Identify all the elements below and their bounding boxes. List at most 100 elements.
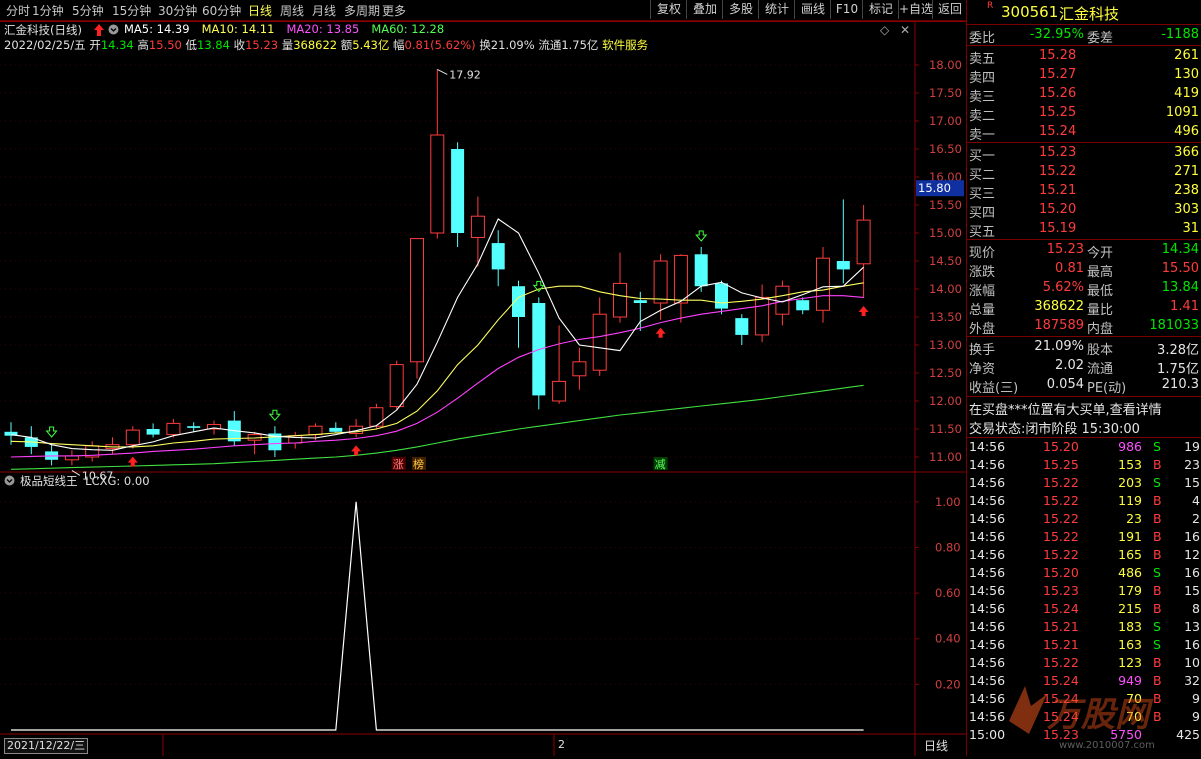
candle-body-up[interactable]: [64, 455, 79, 461]
candle-body-up[interactable]: [613, 282, 627, 318]
reduce-marker[interactable]: 减: [655, 458, 666, 471]
quote-row-3: 总量 368622 量比 1.41: [967, 299, 1201, 318]
candle-body-down[interactable]: [796, 300, 810, 311]
candle-body-down[interactable]: [491, 243, 505, 270]
candle-body-down[interactable]: [187, 426, 201, 428]
tab-timeframe-5[interactable]: 60分钟: [202, 2, 241, 19]
candle-body-down[interactable]: [146, 429, 160, 435]
tick-volume: 165: [1118, 547, 1142, 562]
bid-row-2[interactable]: 买二 15.22 271: [967, 164, 1201, 183]
ask-price: 15.28: [1039, 48, 1077, 63]
candle-body-up[interactable]: [816, 257, 830, 311]
ask-label: 卖二: [969, 109, 996, 124]
tick-side: S: [1153, 439, 1161, 454]
candle-body-up[interactable]: [166, 422, 181, 436]
candle-body-up[interactable]: [572, 361, 587, 377]
tick-count: 16: [1184, 637, 1200, 652]
tick-count: 2: [1192, 511, 1200, 526]
tick-volume: 23: [1126, 511, 1142, 526]
candle-body-up[interactable]: [430, 134, 445, 234]
candle-body-up[interactable]: [856, 219, 871, 265]
collapse-icon[interactable]: ◇: [880, 23, 889, 37]
y-tick-label: 18.00: [929, 58, 962, 72]
tab-timeframe-4[interactable]: 30分钟: [158, 2, 197, 19]
toolbar-button-5[interactable]: F10: [830, 0, 863, 19]
candle-body-down[interactable]: [512, 286, 525, 317]
quote-label: 总量: [969, 303, 996, 318]
kline-chart-area[interactable]: 18.00 17.50 17.00 16.50 16.00 15.50 15.00 14.50…: [0, 21, 966, 756]
period-label[interactable]: 日线: [924, 737, 948, 754]
candle-body-up[interactable]: [410, 238, 424, 363]
fund-value: 21.09%: [1034, 339, 1084, 354]
tick-price: 15.22: [1043, 493, 1079, 508]
candle-body-up[interactable]: [369, 407, 384, 427]
candle-body-down[interactable]: [715, 283, 728, 309]
bid-row-5[interactable]: 买五 15.19 31: [967, 221, 1201, 240]
big-order-notice[interactable]: 在买盘***位置有大买单,查看详情: [969, 399, 1162, 418]
toolbar-button-7[interactable]: +自选: [898, 0, 933, 19]
ask-volume: 130: [1174, 67, 1199, 82]
bid-row-1[interactable]: 买一 15.23 366: [967, 145, 1201, 164]
limit-up-marker[interactable]: 涨: [393, 458, 404, 471]
bid-price: 15.22: [1039, 164, 1077, 179]
tick-volume: 163: [1118, 637, 1142, 652]
candle-body-up[interactable]: [673, 254, 688, 304]
tick-time: 14:56: [969, 511, 1006, 526]
candle-body-down[interactable]: [735, 318, 749, 335]
close-icon[interactable]: ✕: [900, 23, 910, 37]
fund-label: PE(动): [1087, 381, 1127, 396]
toolbar-button-4[interactable]: 画线: [794, 0, 831, 19]
ma-legend-2: MA20: 13.85: [286, 22, 360, 36]
ask-row-2[interactable]: 卖二 15.25 1091: [967, 105, 1201, 124]
tab-timeframe-3[interactable]: 15分钟: [112, 2, 151, 19]
candle-body-up[interactable]: [592, 313, 607, 371]
tab-timeframe-7[interactable]: 周线: [280, 2, 304, 19]
tab-timeframe-8[interactable]: 月线: [312, 2, 336, 19]
info-low: 13.84: [197, 38, 230, 52]
chart-title: 汇金科技(日线): [4, 23, 82, 37]
toolbar-button-6[interactable]: 标记: [862, 0, 899, 19]
toolbar-button-0[interactable]: 复权: [650, 0, 687, 19]
toolbar-button-8[interactable]: 返回: [932, 0, 967, 19]
quote-value: 15.23: [1046, 242, 1084, 257]
ask-price: 15.24: [1039, 124, 1077, 139]
top-list-marker[interactable]: 榜: [413, 457, 424, 471]
candle-body-up[interactable]: [552, 380, 567, 402]
tab-timeframe-6[interactable]: 日线: [248, 2, 272, 19]
candle-body-up[interactable]: [308, 425, 323, 436]
indicator-settings-icon[interactable]: [4, 475, 15, 489]
bid-row-4[interactable]: 买四 15.20 303: [967, 202, 1201, 221]
ask-row-4[interactable]: 卖四 15.27 130: [967, 67, 1201, 86]
notice-row[interactable]: 在买盘***位置有大买单,查看详情: [967, 399, 1201, 418]
bid-volume: 238: [1174, 183, 1199, 198]
candle-body-up[interactable]: [653, 260, 668, 304]
toolbar-button-1[interactable]: 叠加: [686, 0, 723, 19]
ask-row-3[interactable]: 卖三 15.26 419: [967, 86, 1201, 105]
toolbar-button-2[interactable]: 多股: [722, 0, 759, 19]
y-tick-label: 14.00: [929, 282, 962, 296]
toolbar-button-3[interactable]: 统计: [758, 0, 795, 19]
candle-body-down[interactable]: [451, 149, 465, 233]
tab-timeframe-0[interactable]: 分时: [6, 2, 30, 19]
kline-chart-svg[interactable]: 18.0017.5017.0016.5016.0015.5015.0014.50…: [0, 21, 966, 756]
candle-body-down[interactable]: [836, 261, 850, 270]
candle-body-up[interactable]: [125, 429, 140, 446]
tab-timeframe-2[interactable]: 5分钟: [72, 2, 104, 19]
tab-timeframe-9[interactable]: 多周期: [344, 2, 380, 19]
candle-body-down[interactable]: [694, 254, 708, 287]
quote-label: 外盘: [969, 322, 996, 337]
candle-body-down[interactable]: [329, 427, 343, 432]
ask-row-5[interactable]: 卖五 15.28 261: [967, 48, 1201, 67]
candle-body-up[interactable]: [470, 215, 485, 238]
tab-timeframe-1[interactable]: 1分钟: [32, 2, 64, 19]
candle-body-up[interactable]: [389, 364, 404, 408]
tab-timeframe-10[interactable]: 更多: [382, 2, 406, 19]
ask-price: 15.26: [1039, 86, 1077, 101]
tick-row: 14:56 15.22 165 B 12: [967, 547, 1201, 565]
ask-row-1[interactable]: 卖一 15.24 496: [967, 124, 1201, 143]
candle-body-up[interactable]: [755, 296, 770, 336]
watermark-text: 万股网: [1046, 695, 1154, 735]
settings-dot-icon[interactable]: [108, 24, 119, 38]
candle-body-down[interactable]: [633, 300, 647, 303]
bid-row-3[interactable]: 买三 15.21 238: [967, 183, 1201, 202]
